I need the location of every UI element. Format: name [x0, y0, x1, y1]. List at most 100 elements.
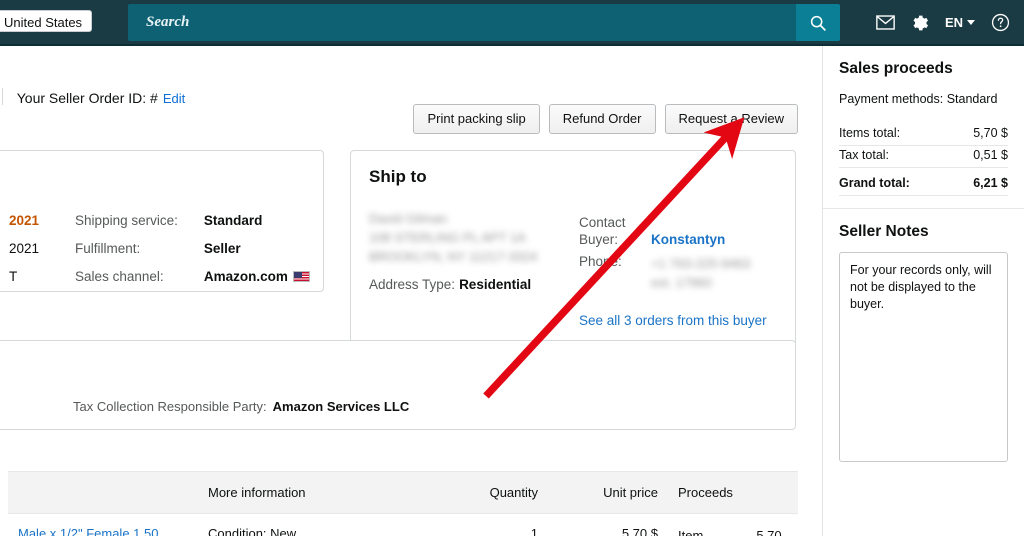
- table-row: 2021 Shipping service: Standard: [9, 213, 310, 241]
- print-packing-slip-button[interactable]: Print packing slip: [413, 104, 540, 134]
- order-summary-table: 2021 Shipping service: Standard 2021 Ful…: [9, 213, 310, 297]
- seller-order-id-label: Your Seller Order ID: #: [16, 90, 158, 106]
- tax-responsible-party-label: Tax Collection Responsible Party:: [73, 399, 267, 414]
- tax-responsible-party-value: Amazon Services LLC: [272, 399, 410, 414]
- tax-collection-row: Tax Collection Responsible Party: Amazon …: [73, 399, 409, 414]
- column-header-quantity: Quantity: [436, 471, 548, 514]
- see-all-orders: See all 3 orders from this buyer: [579, 313, 767, 328]
- envelope-icon: [876, 15, 895, 30]
- request-a-review-button[interactable]: Request a Review: [664, 104, 798, 134]
- item-more-information-cell: Condition: New Ordering: 1D: [198, 514, 436, 536]
- chevron-down-icon: [967, 20, 975, 25]
- item-subtotal-value: 5,70 $: [756, 528, 782, 536]
- phone-row: Phone: +1 763-225-9463 ext. 17960: [579, 254, 787, 292]
- order-date-3: T: [9, 269, 18, 284]
- column-header-title: [8, 471, 198, 514]
- items-total-row: Items total: 5,70 $: [839, 124, 1008, 146]
- table-header-row: More information Quantity Unit price Pro…: [8, 471, 798, 514]
- phone-line-2: ext. 17960: [651, 275, 712, 290]
- seller-notes-panel: Seller Notes For your records only, will…: [823, 209, 1024, 474]
- refund-order-button[interactable]: Refund Order: [548, 104, 656, 134]
- sales-proceeds-title: Sales proceeds: [839, 60, 953, 77]
- grand-total-row: Grand total: 6,21 $: [839, 168, 1008, 196]
- settings-button[interactable]: [911, 14, 929, 32]
- item-title-link[interactable]: Male x 1/2" Female 1.50: [18, 526, 158, 536]
- payment-methods: Payment methods: Standard: [839, 92, 998, 106]
- order-date-2: 2021: [9, 241, 40, 256]
- contact-label: Contact: [579, 215, 626, 230]
- table-row: 2021 Fulfillment: Seller: [9, 241, 310, 269]
- fulfillment-label: Fulfillment:: [75, 241, 141, 256]
- magnifier-icon: [810, 15, 826, 31]
- marketplace-selector[interactable]: United States: [0, 10, 93, 32]
- items-total-value: 5,70 $: [973, 126, 1008, 140]
- shipping-address: David Gilman 108 STERLING PL APT 1A BROO…: [369, 209, 579, 266]
- right-sidebar: Sales proceeds Payment methods: Standard…: [822, 46, 1024, 536]
- order-items-table: More information Quantity Unit price Pro…: [8, 471, 798, 536]
- tax-total-row: Tax total: 0,51 $: [839, 146, 1008, 168]
- language-label: EN: [944, 15, 963, 30]
- item-unit-price-cell: 5,70 $: [621, 526, 658, 536]
- question-circle-icon: [991, 13, 1010, 32]
- us-flag-icon: [292, 271, 310, 282]
- order-action-buttons: Print packing slip Refund Order Request …: [413, 104, 798, 134]
- item-title-cell: Male x 1/2" Female 1.50: [8, 514, 198, 536]
- items-total-label: Items total:: [839, 126, 901, 140]
- phone-values: +1 763-225-9463 ext. 17960: [651, 254, 750, 292]
- item-quantity-cell: 1: [530, 526, 538, 536]
- seller-notes-textarea[interactable]: For your records only, will not be displ…: [839, 252, 1008, 462]
- sales-channel-text: Amazon.com: [203, 269, 288, 284]
- language-selector[interactable]: EN: [945, 15, 975, 30]
- main-content: 2-8413855 Your Seller Order ID: # Edit P…: [0, 46, 822, 536]
- see-all-orders-link[interactable]: See all 3 orders from this buyer: [579, 313, 767, 328]
- column-header-unit-price: Unit price: [548, 471, 668, 514]
- fulfillment-value: Seller: [203, 241, 241, 256]
- search-submit-button[interactable]: [796, 4, 840, 41]
- order-summary-card: 2021 Shipping service: Standard 2021 Ful…: [0, 150, 324, 292]
- tax-collection-card: Tax Collection Responsible Party: Amazon …: [0, 340, 796, 430]
- grand-total-value: 6,21 $: [973, 176, 1008, 190]
- buyer-contact-block: Contact Buyer: Konstantyn Phone: +1 763-…: [579, 213, 787, 292]
- buyer-name-link[interactable]: Konstantyn: [651, 232, 725, 247]
- gear-icon: [913, 15, 928, 30]
- phone-label: Phone:: [579, 254, 622, 269]
- help-button[interactable]: [991, 13, 1010, 32]
- search-input[interactable]: [128, 4, 796, 41]
- order-date-1: 2021: [9, 213, 40, 228]
- tax-total-value: 0,51 $: [973, 148, 1008, 162]
- divider: [1, 88, 3, 105]
- order-detail-page: United States Search EN Your Seller Orde…: [0, 0, 1024, 536]
- seller-notes-title: Seller Notes: [839, 223, 929, 240]
- address-line-2: 108 STERLING PL APT 1A: [369, 230, 526, 245]
- item-subtotal-row: Item subtotal: 5,70 $: [678, 526, 788, 536]
- address-type-label: Address Type:: [369, 277, 456, 292]
- address-type-value: Residential: [459, 277, 532, 292]
- address-type: Address Type: Residential: [369, 277, 531, 292]
- table-row: T Sales channel: Amazon.com: [9, 269, 310, 297]
- shipping-service-label: Shipping service:: [75, 213, 178, 228]
- item-condition: Condition: New: [208, 526, 297, 536]
- column-header-more-information: More information: [198, 471, 436, 514]
- nav-icon-group: EN: [876, 0, 1016, 45]
- sales-channel-label: Sales channel:: [75, 269, 164, 284]
- item-subtotal-label: Item subtotal:: [678, 528, 704, 536]
- phone-line-1: +1 763-225-9463: [651, 256, 751, 271]
- order-header: 2-8413855 Your Seller Order ID: # Edit: [0, 86, 185, 107]
- item-proceeds-cell: Item subtotal: 5,70 $ Tax: 0,51 $: [668, 514, 798, 536]
- shipping-service-value: Standard: [203, 213, 263, 228]
- table-row: Male x 1/2" Female 1.50 Condition: New O…: [8, 514, 798, 536]
- column-header-proceeds: Proceeds: [668, 471, 798, 514]
- address-line-3: BROOKLYN, NY 11217-3324: [369, 249, 538, 264]
- sales-proceeds-panel: Sales proceeds Payment methods: Standard…: [823, 46, 1024, 208]
- tax-total-label: Tax total:: [839, 148, 890, 162]
- search-bar: [128, 4, 840, 41]
- top-navigation-bar: United States Search EN: [0, 0, 1024, 45]
- grand-total-label: Grand total:: [839, 176, 910, 190]
- ship-to-title: Ship to: [369, 167, 427, 186]
- edit-seller-order-id-link[interactable]: Edit: [163, 91, 185, 106]
- messages-button[interactable]: [876, 15, 895, 30]
- address-line-1: David Gilman: [369, 211, 448, 226]
- buyer-row: Buyer: Konstantyn: [579, 232, 787, 247]
- buyer-label: Buyer:: [579, 232, 619, 247]
- sales-channel-value: Amazon.com: [204, 269, 310, 297]
